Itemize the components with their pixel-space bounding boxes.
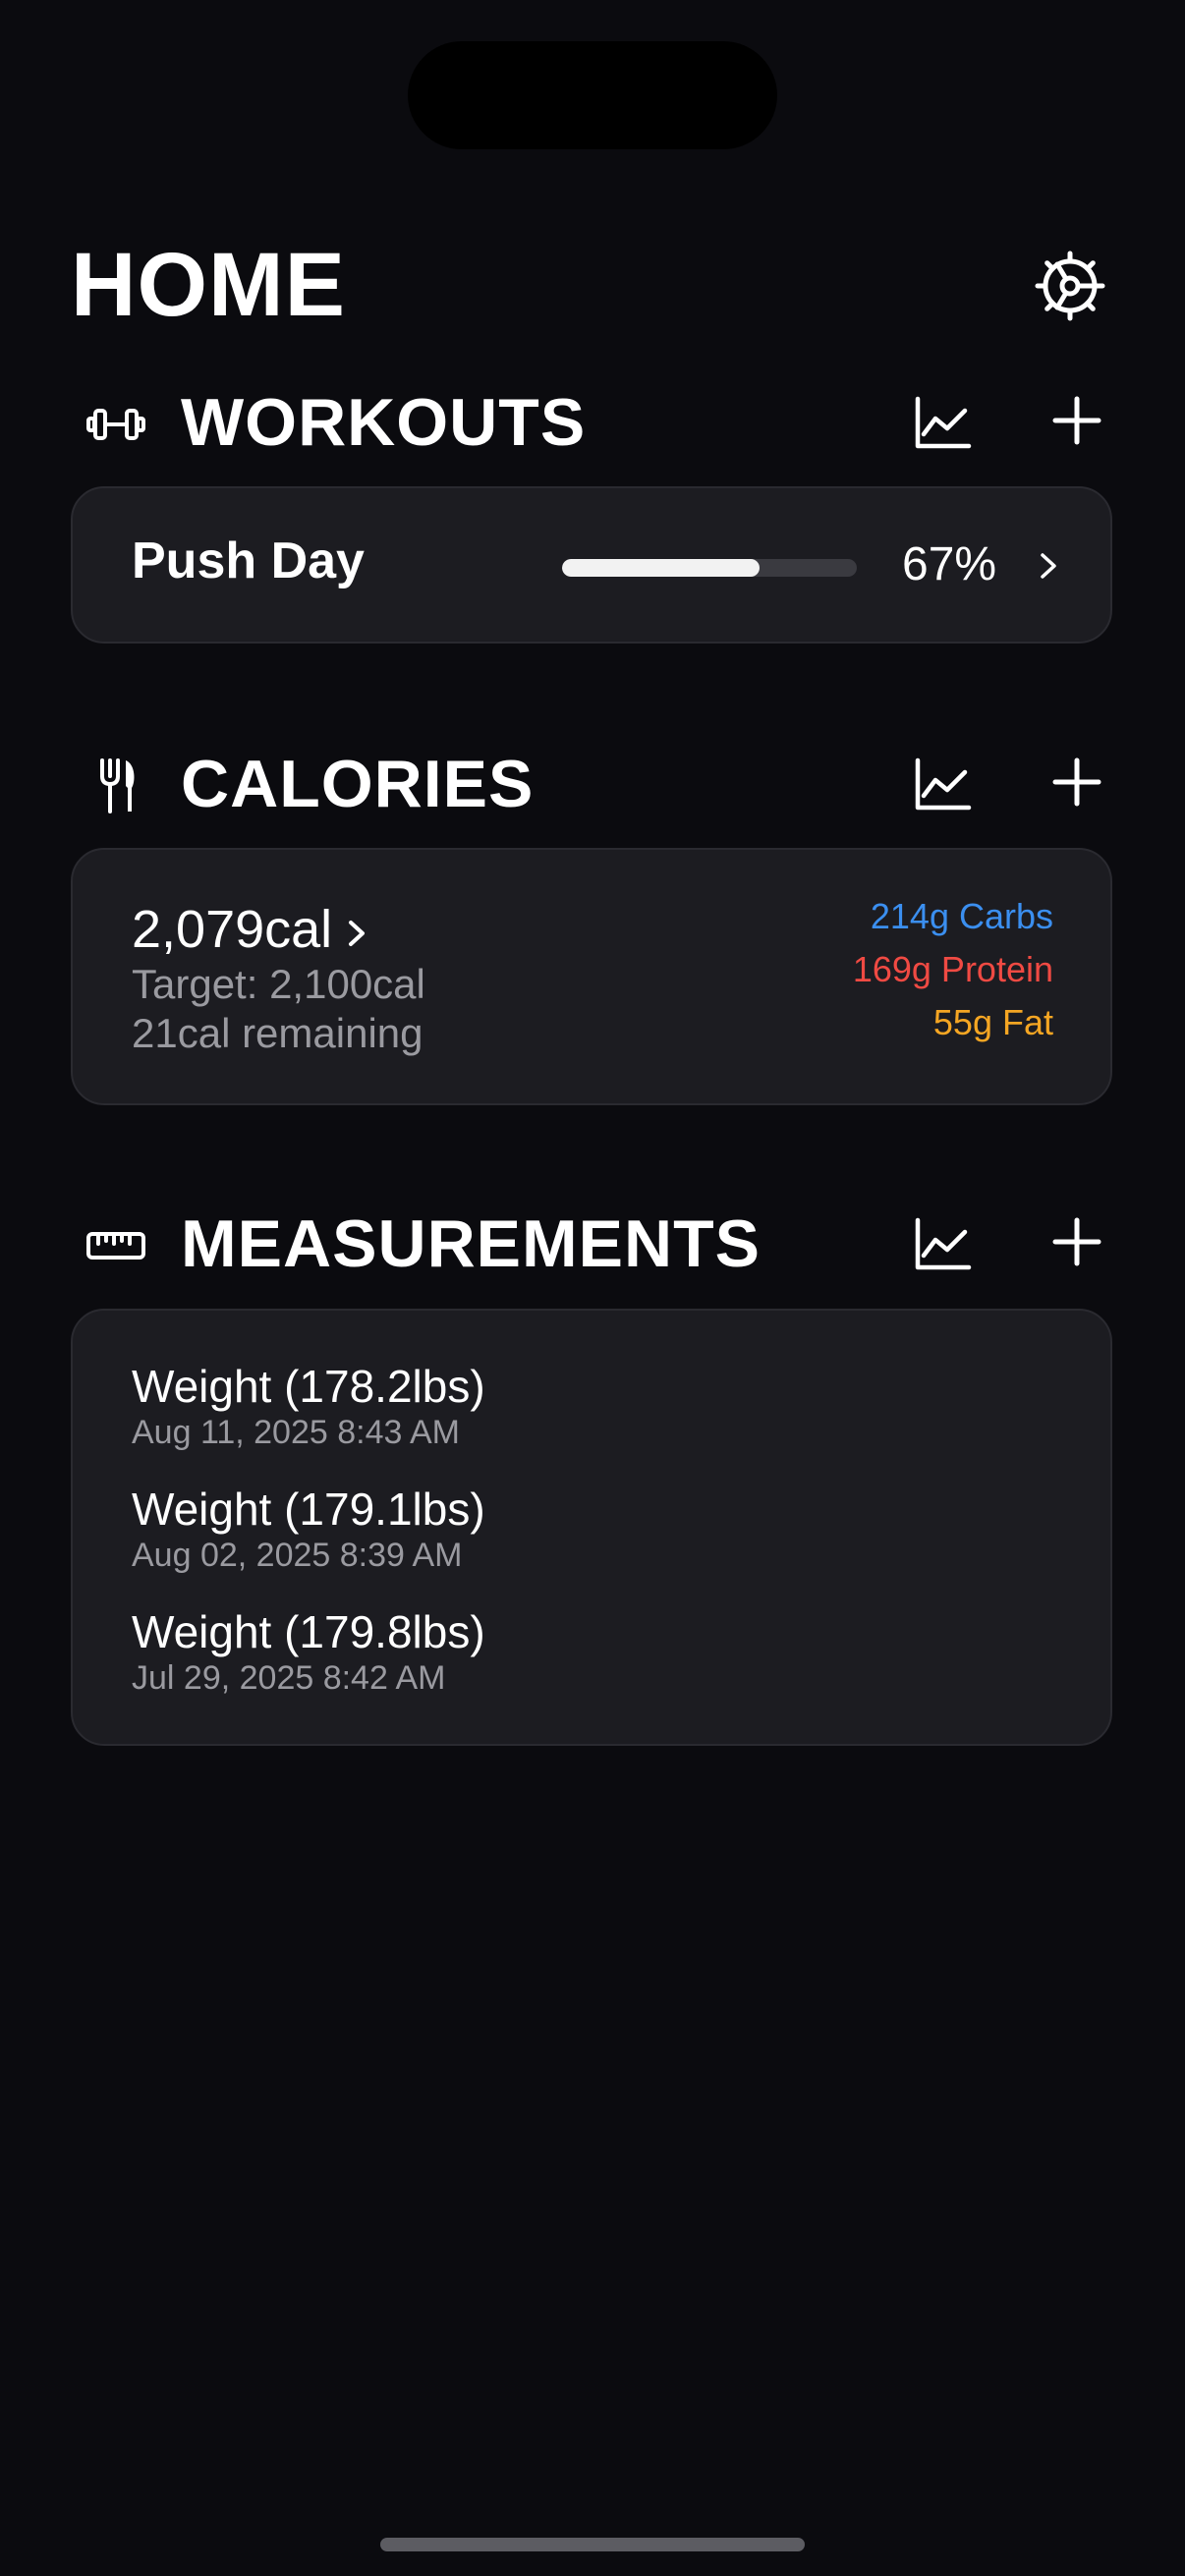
- page-title: HOME: [71, 235, 346, 335]
- add-workout-button[interactable]: [1049, 393, 1104, 448]
- measurements-section-header: MEASUREMENTS: [71, 1199, 1114, 1287]
- measurement-date: Aug 02, 2025 8:39 AM: [132, 1537, 463, 1574]
- list-item[interactable]: Weight (179.8lbs) Jul 29, 2025 8:42 AM: [132, 1605, 485, 1698]
- measurement-name: Weight (178.2lbs): [132, 1361, 485, 1412]
- workout-card[interactable]: Push Day 67%: [71, 486, 1112, 644]
- chart-icon[interactable]: [914, 395, 973, 450]
- add-measurement-button[interactable]: [1049, 1214, 1104, 1269]
- workout-progress-bar: [562, 559, 857, 577]
- measurement-name: Weight (179.8lbs): [132, 1606, 485, 1657]
- measurement-date: Aug 11, 2025 8:43 AM: [132, 1414, 460, 1451]
- gear-icon[interactable]: [1034, 250, 1106, 322]
- workout-progress-fill: [562, 559, 760, 577]
- calories-target: Target: 2,100cal: [132, 961, 425, 1007]
- chevron-right-icon: [1041, 553, 1056, 579]
- add-calories-button[interactable]: [1049, 755, 1104, 810]
- macro-fat: 55g Fat: [932, 1002, 1053, 1042]
- chart-icon[interactable]: [914, 756, 973, 812]
- measurements-card[interactable]: Weight (178.2lbs) Aug 11, 2025 8:43 AM W…: [71, 1309, 1112, 1746]
- workouts-title: WORKOUTS: [181, 385, 587, 460]
- fork-knife-icon: [100, 758, 135, 813]
- calories-title: CALORIES: [181, 747, 535, 821]
- list-item[interactable]: Weight (179.1lbs) Aug 02, 2025 8:39 AM: [132, 1483, 485, 1575]
- calories-section-header: CALORIES: [71, 739, 1114, 827]
- measurement-name: Weight (179.1lbs): [132, 1484, 485, 1535]
- dynamic-island: [408, 41, 777, 149]
- measurement-date: Jul 29, 2025 8:42 AM: [132, 1659, 446, 1697]
- measurements-title: MEASUREMENTS: [181, 1206, 762, 1281]
- chart-icon[interactable]: [914, 1216, 973, 1271]
- dumbbell-icon: [86, 409, 145, 440]
- workout-name: Push Day: [132, 532, 365, 589]
- workouts-section-header: WORKOUTS: [71, 377, 1114, 466]
- calories-remaining: 21cal remaining: [132, 1010, 423, 1056]
- macro-protein: 169g Protein: [852, 949, 1053, 989]
- ruler-icon: [86, 1232, 145, 1260]
- calories-total-value: 2,079cal: [132, 900, 333, 959]
- macro-carbs: 214g Carbs: [870, 896, 1053, 936]
- chevron-right-icon: [349, 920, 366, 946]
- home-indicator[interactable]: [380, 2538, 805, 2551]
- list-item[interactable]: Weight (178.2lbs) Aug 11, 2025 8:43 AM: [132, 1360, 485, 1452]
- calories-total[interactable]: 2,079cal: [132, 899, 367, 960]
- calories-card[interactable]: 2,079cal Target: 2,100cal 21cal remainin…: [71, 848, 1112, 1105]
- workout-progress-label: 67%: [902, 538, 997, 590]
